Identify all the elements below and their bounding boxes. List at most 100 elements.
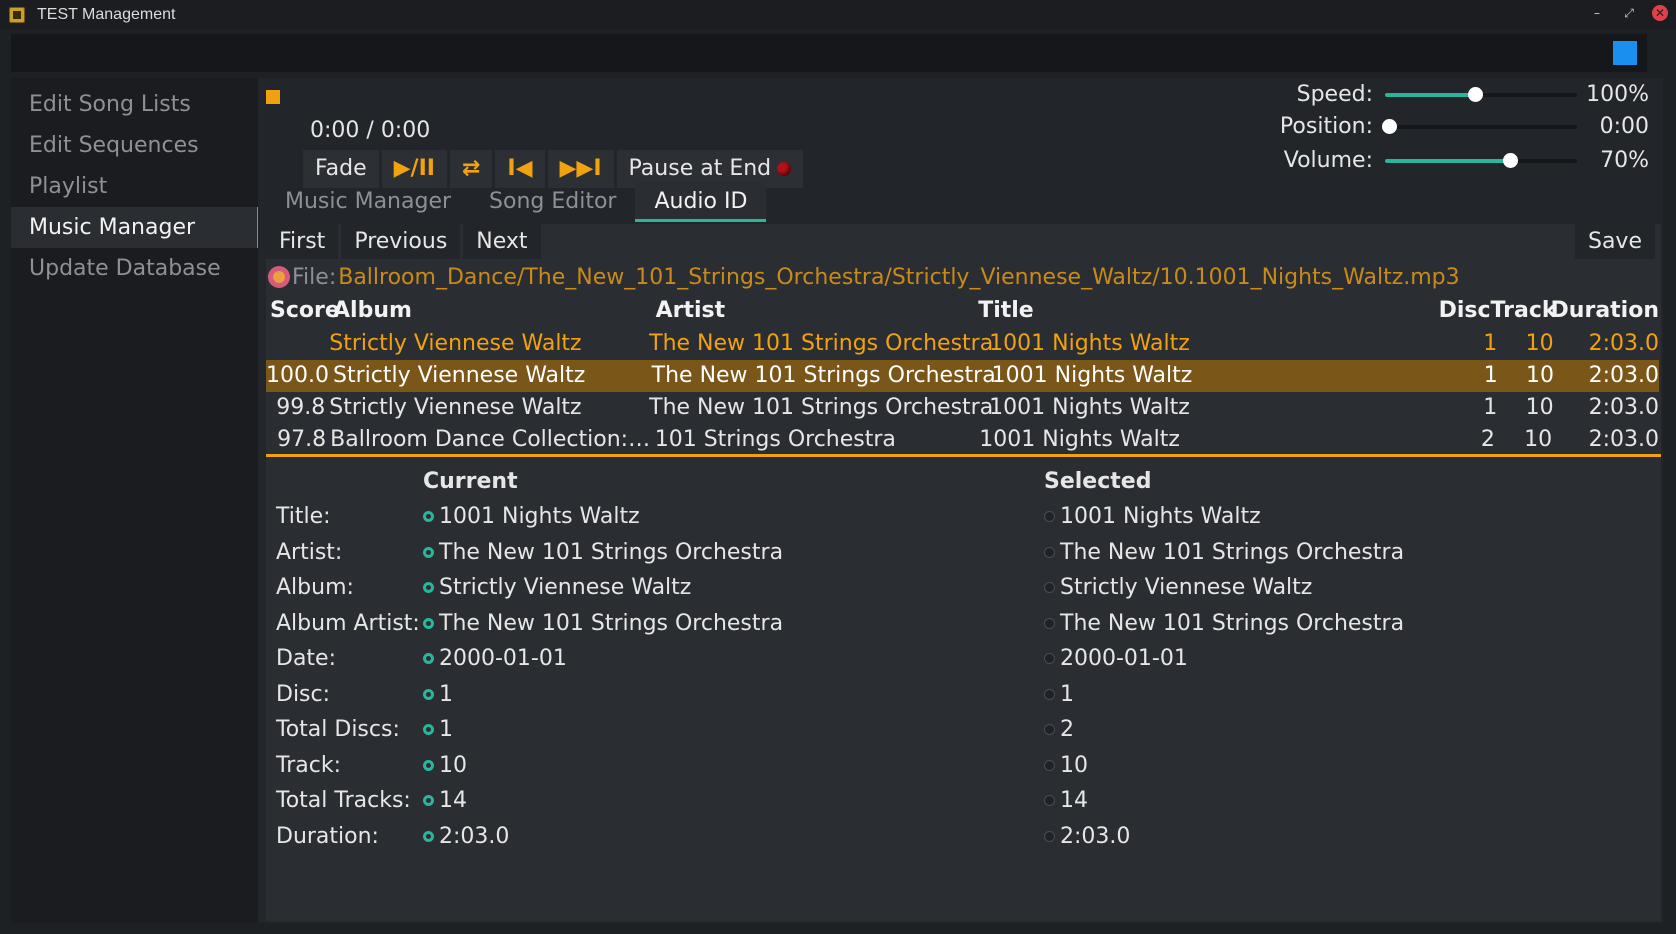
current-value[interactable]: 10 [423,748,1044,784]
column-header-title[interactable]: Title [978,294,1299,328]
position-slider-handle[interactable] [1381,118,1397,134]
radio-selected-icon[interactable] [423,830,434,842]
current-value[interactable]: 14 [423,783,1044,819]
column-header-duration[interactable]: Duration [1551,294,1659,328]
table-row[interactable]: Strictly Viennese Waltz The New 101 Stri… [266,328,1659,360]
cell-duration: 2:03.0 [1588,363,1659,388]
top-toolbar [11,34,1647,72]
radio-unselected-icon[interactable] [1044,653,1055,665]
selected-value[interactable]: 10 [1044,748,1088,784]
field-label: Album Artist: [276,610,420,636]
cell-disc: 1 [1483,395,1498,420]
radio-unselected-icon[interactable] [1044,688,1055,700]
current-value[interactable]: 1 [423,677,1044,713]
field-label: Date: [276,646,336,671]
compare-row: Date: 2000-01-01 2000-01-01 [276,641,1656,677]
compare-row: Disc: 1 1 [276,677,1656,713]
field-label: Total Tracks: [276,788,411,813]
sidebar-item-music-manager[interactable]: Music Manager [11,207,260,248]
current-value-text: 2:03.0 [439,823,510,849]
previous-button[interactable]: Previous [341,224,461,259]
cell-score: 100.0 [266,363,329,388]
selected-value[interactable]: 2 [1044,712,1074,748]
radio-unselected-icon[interactable] [1044,759,1055,771]
cell-title: 1001 Nights Waltz [979,427,1180,452]
volume-slider[interactable] [1385,152,1577,168]
sidebar-item-update-database[interactable]: Update Database [11,248,258,289]
radio-unselected-icon[interactable] [1044,617,1055,629]
radio-selected-icon[interactable] [423,795,434,807]
compare-row: Album Artist: The New 101 Strings Orchest… [276,606,1656,642]
radio-selected-icon[interactable] [423,653,434,665]
radio-selected-icon[interactable] [423,724,434,736]
current-value[interactable]: The New 101 Strings Orchestra [423,606,1044,642]
cell-score: 99.8 [276,395,326,420]
selected-value[interactable]: 1 [1044,677,1074,713]
current-value-text: Strictly Viennese Waltz [439,575,692,600]
selected-value[interactable]: 2000-01-01 [1044,641,1188,677]
table-row[interactable]: 100.0 Strictly Viennese Waltz The New 10… [266,360,1659,392]
radio-unselected-icon[interactable] [1044,546,1055,558]
column-header-album[interactable]: Album [333,294,656,328]
current-value[interactable]: 2000-01-01 [423,641,1044,677]
maximize-icon[interactable]: ⤢ [1620,4,1638,22]
selected-value[interactable]: 2:03.0 [1044,819,1130,855]
tab-music-manager[interactable]: Music Manager [266,182,470,222]
status-square-icon[interactable] [1613,41,1637,65]
radio-unselected-icon[interactable] [1044,582,1055,594]
minimize-icon[interactable]: – [1588,4,1606,22]
time-total: 0:00 [380,118,431,143]
current-value[interactable]: 1 [423,712,1044,748]
radio-selected-icon[interactable] [423,546,434,558]
radio-selected-icon[interactable] [423,759,434,771]
tab-audio-id[interactable]: Audio ID [635,182,767,222]
splitter-handle[interactable] [266,454,1661,457]
cell-score [266,328,329,360]
column-header-artist[interactable]: Artist [656,294,979,328]
current-value[interactable]: Strictly Viennese Waltz [423,570,1044,606]
column-header-disc[interactable]: Disc [1299,294,1491,328]
radio-unselected-icon[interactable] [1044,724,1055,736]
radio-selected-icon[interactable] [423,582,434,594]
selected-value[interactable]: 1001 Nights Waltz [1044,499,1261,535]
sidebar-item-edit-sequences[interactable]: Edit Sequences [11,125,258,166]
speed-slider[interactable] [1385,86,1577,102]
current-value[interactable]: The New 101 Strings Orchestra [423,535,1044,571]
selected-value[interactable]: The New 101 Strings Orchestra [1044,606,1404,642]
next-button[interactable]: Next [463,224,541,259]
radio-selected-icon[interactable] [423,511,434,523]
column-header-score[interactable]: Score [266,294,340,328]
tab-song-editor[interactable]: Song Editor [470,182,635,222]
position-slider[interactable] [1381,118,1577,134]
compare-row: Title: 1001 Nights Waltz 1001 Nights Waltz [276,499,1656,535]
radio-unselected-icon[interactable] [1044,511,1055,523]
speed-slider-handle[interactable] [1468,86,1484,102]
first-button[interactable]: First [266,224,339,259]
selected-value[interactable]: Strictly Viennese Waltz [1044,570,1312,606]
cell-artist: The New 101 Strings Orchestra [651,363,996,388]
radio-selected-icon[interactable] [423,688,434,700]
column-header-track[interactable]: Track [1491,294,1557,328]
close-icon[interactable]: ✕ [1652,5,1668,21]
save-button[interactable]: Save [1574,224,1655,259]
stop-icon[interactable] [266,90,280,104]
audio-id-panel: First Previous Next Save File: Ballroom_… [266,224,1661,921]
radio-selected-icon[interactable] [423,617,434,629]
navigation-buttons: First Previous Next [266,224,541,259]
current-value[interactable]: 2:03.0 [423,819,1044,855]
radio-unselected-icon[interactable] [1044,830,1055,842]
selected-value[interactable]: The New 101 Strings Orchestra [1044,535,1404,571]
table-row[interactable]: 99.8 Strictly Viennese Waltz The New 101… [266,392,1659,424]
file-path: Ballroom_Dance/The_New_101_Strings_Orche… [338,264,1460,290]
cell-title: 1001 Nights Waltz [991,363,1193,388]
sidebar: Edit Song Lists Edit Sequences Playlist … [11,78,260,923]
table-row[interactable]: 97.8 Ballroom Dance Collection: The ... … [266,424,1659,456]
title-bar: TEST Management – ⤢ ✕ [0,0,1676,29]
radio-unselected-icon[interactable] [1044,795,1055,807]
current-value[interactable]: 1001 Nights Waltz [423,499,1044,535]
cell-track: 10 [1525,331,1554,356]
volume-slider-handle[interactable] [1502,152,1518,168]
sidebar-item-edit-song-lists[interactable]: Edit Song Lists [11,84,258,125]
selected-value[interactable]: 14 [1044,783,1088,819]
sidebar-item-playlist-management[interactable]: Playlist Management [11,166,258,240]
